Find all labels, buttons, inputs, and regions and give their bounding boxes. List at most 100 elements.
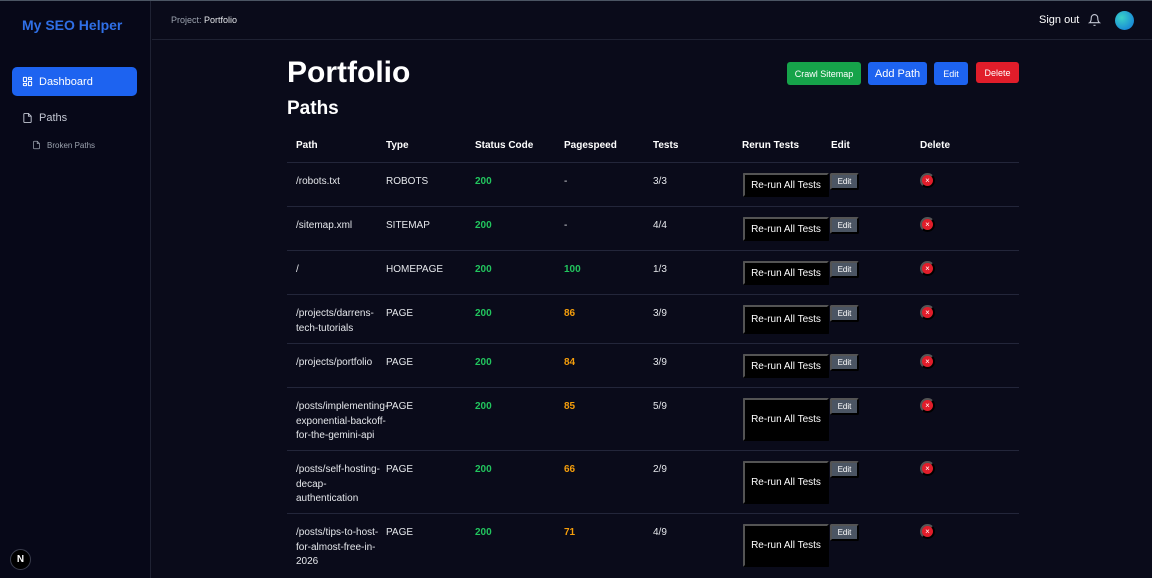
rerun-tests-button[interactable]: Re-run All Tests [743, 354, 829, 378]
sign-out-link[interactable]: Sign out [1039, 14, 1079, 26]
cell-pagespeed: 100 [564, 264, 581, 275]
cell-type: ROBOTS [386, 176, 429, 187]
close-icon: × [925, 176, 930, 185]
sidebar-item-label: Dashboard [39, 75, 93, 88]
cell-path[interactable]: /posts/tips-to-host-for-almost-free-in-2… [296, 526, 386, 570]
table-row: /posts/implementing-exponential-backoff-… [287, 388, 1019, 451]
table-row: /posts/tips-to-host-for-almost-free-in-2… [287, 514, 1019, 577]
cell-path[interactable]: / [296, 263, 386, 278]
file-icon [23, 112, 32, 124]
delete-row-button[interactable]: × [920, 461, 935, 476]
delete-row-button[interactable]: × [920, 173, 935, 188]
column-header-tests: Tests [653, 140, 679, 151]
cell-tests: 3/9 [653, 308, 667, 319]
close-icon: × [925, 357, 930, 366]
cell-path[interactable]: /sitemap.xml [296, 219, 386, 234]
rerun-tests-button[interactable]: Re-run All Tests [743, 461, 829, 504]
dashboard-grid-icon [22, 76, 33, 87]
close-icon: × [925, 401, 930, 410]
cell-pagespeed: - [564, 176, 568, 187]
bell-icon[interactable] [1088, 13, 1101, 27]
next-dev-badge[interactable]: N [10, 549, 31, 570]
sidebar-item-broken-paths[interactable]: Broken Paths [32, 140, 95, 150]
sidebar-item-dashboard[interactable]: Dashboard [12, 67, 137, 96]
close-icon: × [925, 464, 930, 473]
table-row: /robots.txt ROBOTS 200 - 3/3 Re-run All … [287, 163, 1019, 207]
rerun-tests-button[interactable]: Re-run All Tests [743, 524, 829, 567]
breadcrumb: Project: Portfolio [171, 15, 237, 25]
column-header-path: Path [296, 140, 318, 151]
edit-row-button[interactable]: Edit [830, 261, 859, 278]
cell-type: SITEMAP [386, 220, 430, 231]
cell-type: HOMEPAGE [386, 264, 444, 275]
delete-row-button[interactable]: × [920, 217, 935, 232]
avatar[interactable] [1115, 11, 1134, 30]
app-logo[interactable]: My SEO Helper [22, 17, 122, 33]
rerun-tests-button[interactable]: Re-run All Tests [743, 217, 829, 241]
sidebar-item-paths[interactable]: Paths [22, 112, 67, 124]
cell-path[interactable]: /posts/self-hosting-decap-authentication [296, 463, 386, 507]
column-header-status: Status Code [475, 140, 534, 151]
cell-type: PAGE [386, 401, 414, 412]
table-row: /posts/self-hosting-decap-authentication… [287, 451, 1019, 514]
cell-path[interactable]: /projects/darrens-tech-tutorials [296, 307, 386, 336]
close-icon: × [925, 220, 930, 229]
cell-type: PAGE [386, 308, 414, 319]
edit-project-button[interactable]: Edit [934, 62, 968, 85]
delete-row-button[interactable]: × [920, 398, 935, 413]
file-icon [33, 140, 40, 150]
cell-tests: 4/9 [653, 527, 667, 538]
delete-row-button[interactable]: × [920, 354, 935, 369]
delete-row-button[interactable]: × [920, 305, 935, 320]
cell-tests: 4/4 [653, 220, 667, 231]
edit-row-button[interactable]: Edit [830, 354, 859, 371]
rerun-tests-button[interactable]: Re-run All Tests [743, 398, 829, 441]
rerun-tests-button[interactable]: Re-run All Tests [743, 173, 829, 197]
edit-row-button[interactable]: Edit [830, 305, 859, 322]
crawl-sitemap-button[interactable]: Crawl Sitemap [787, 62, 861, 85]
add-path-button[interactable]: Add Path [868, 62, 927, 85]
delete-row-button[interactable]: × [920, 261, 935, 276]
top-bar: Project: Portfolio Sign out [152, 1, 1152, 40]
cell-status: 200 [475, 357, 492, 368]
delete-project-button[interactable]: Delete [976, 62, 1019, 83]
cell-status: 200 [475, 464, 492, 475]
page-title: Portfolio [287, 56, 411, 89]
edit-row-button[interactable]: Edit [830, 524, 859, 541]
cell-path[interactable]: /robots.txt [296, 175, 386, 190]
edit-row-button[interactable]: Edit [830, 398, 859, 415]
edit-row-button[interactable]: Edit [830, 217, 859, 234]
rerun-tests-button[interactable]: Re-run All Tests [743, 261, 829, 285]
edit-row-button[interactable]: Edit [830, 461, 859, 478]
breadcrumb-project[interactable]: Portfolio [204, 15, 237, 25]
column-header-delete: Delete [920, 140, 951, 151]
section-title: Paths [287, 98, 339, 119]
edit-row-button[interactable]: Edit [830, 173, 859, 190]
delete-row-button[interactable]: × [920, 524, 935, 539]
table-header: Path Type Status Code Pagespeed Tests Re… [287, 129, 1019, 163]
cell-type: PAGE [386, 357, 414, 368]
cell-pagespeed: 86 [564, 308, 576, 319]
sidebar: My SEO Helper Dashboard Paths Broken Pat… [0, 1, 151, 578]
cell-status: 200 [475, 527, 492, 538]
paths-table: Path Type Status Code Pagespeed Tests Re… [287, 129, 1019, 577]
cell-pagespeed: - [564, 220, 568, 231]
cell-status: 200 [475, 308, 492, 319]
column-header-edit: Edit [831, 140, 850, 151]
cell-status: 200 [475, 220, 492, 231]
close-icon: × [925, 527, 930, 536]
cell-status: 200 [475, 264, 492, 275]
rerun-tests-button[interactable]: Re-run All Tests [743, 305, 829, 334]
sidebar-item-label: Broken Paths [47, 140, 96, 150]
cell-pagespeed: 84 [564, 357, 576, 368]
table-row: /projects/portfolio PAGE 200 84 3/9 Re-r… [287, 344, 1019, 388]
column-header-pagespeed: Pagespeed [564, 140, 617, 151]
breadcrumb-label: Project: [171, 15, 202, 25]
close-icon: × [925, 264, 930, 273]
cell-pagespeed: 85 [564, 401, 576, 412]
close-icon: × [925, 308, 930, 317]
table-row: / HOMEPAGE 200 100 1/3 Re-run All Tests … [287, 251, 1019, 295]
cell-path[interactable]: /projects/portfolio [296, 356, 386, 371]
cell-tests: 3/3 [653, 176, 667, 187]
cell-path[interactable]: /posts/implementing-exponential-backoff-… [296, 400, 388, 444]
